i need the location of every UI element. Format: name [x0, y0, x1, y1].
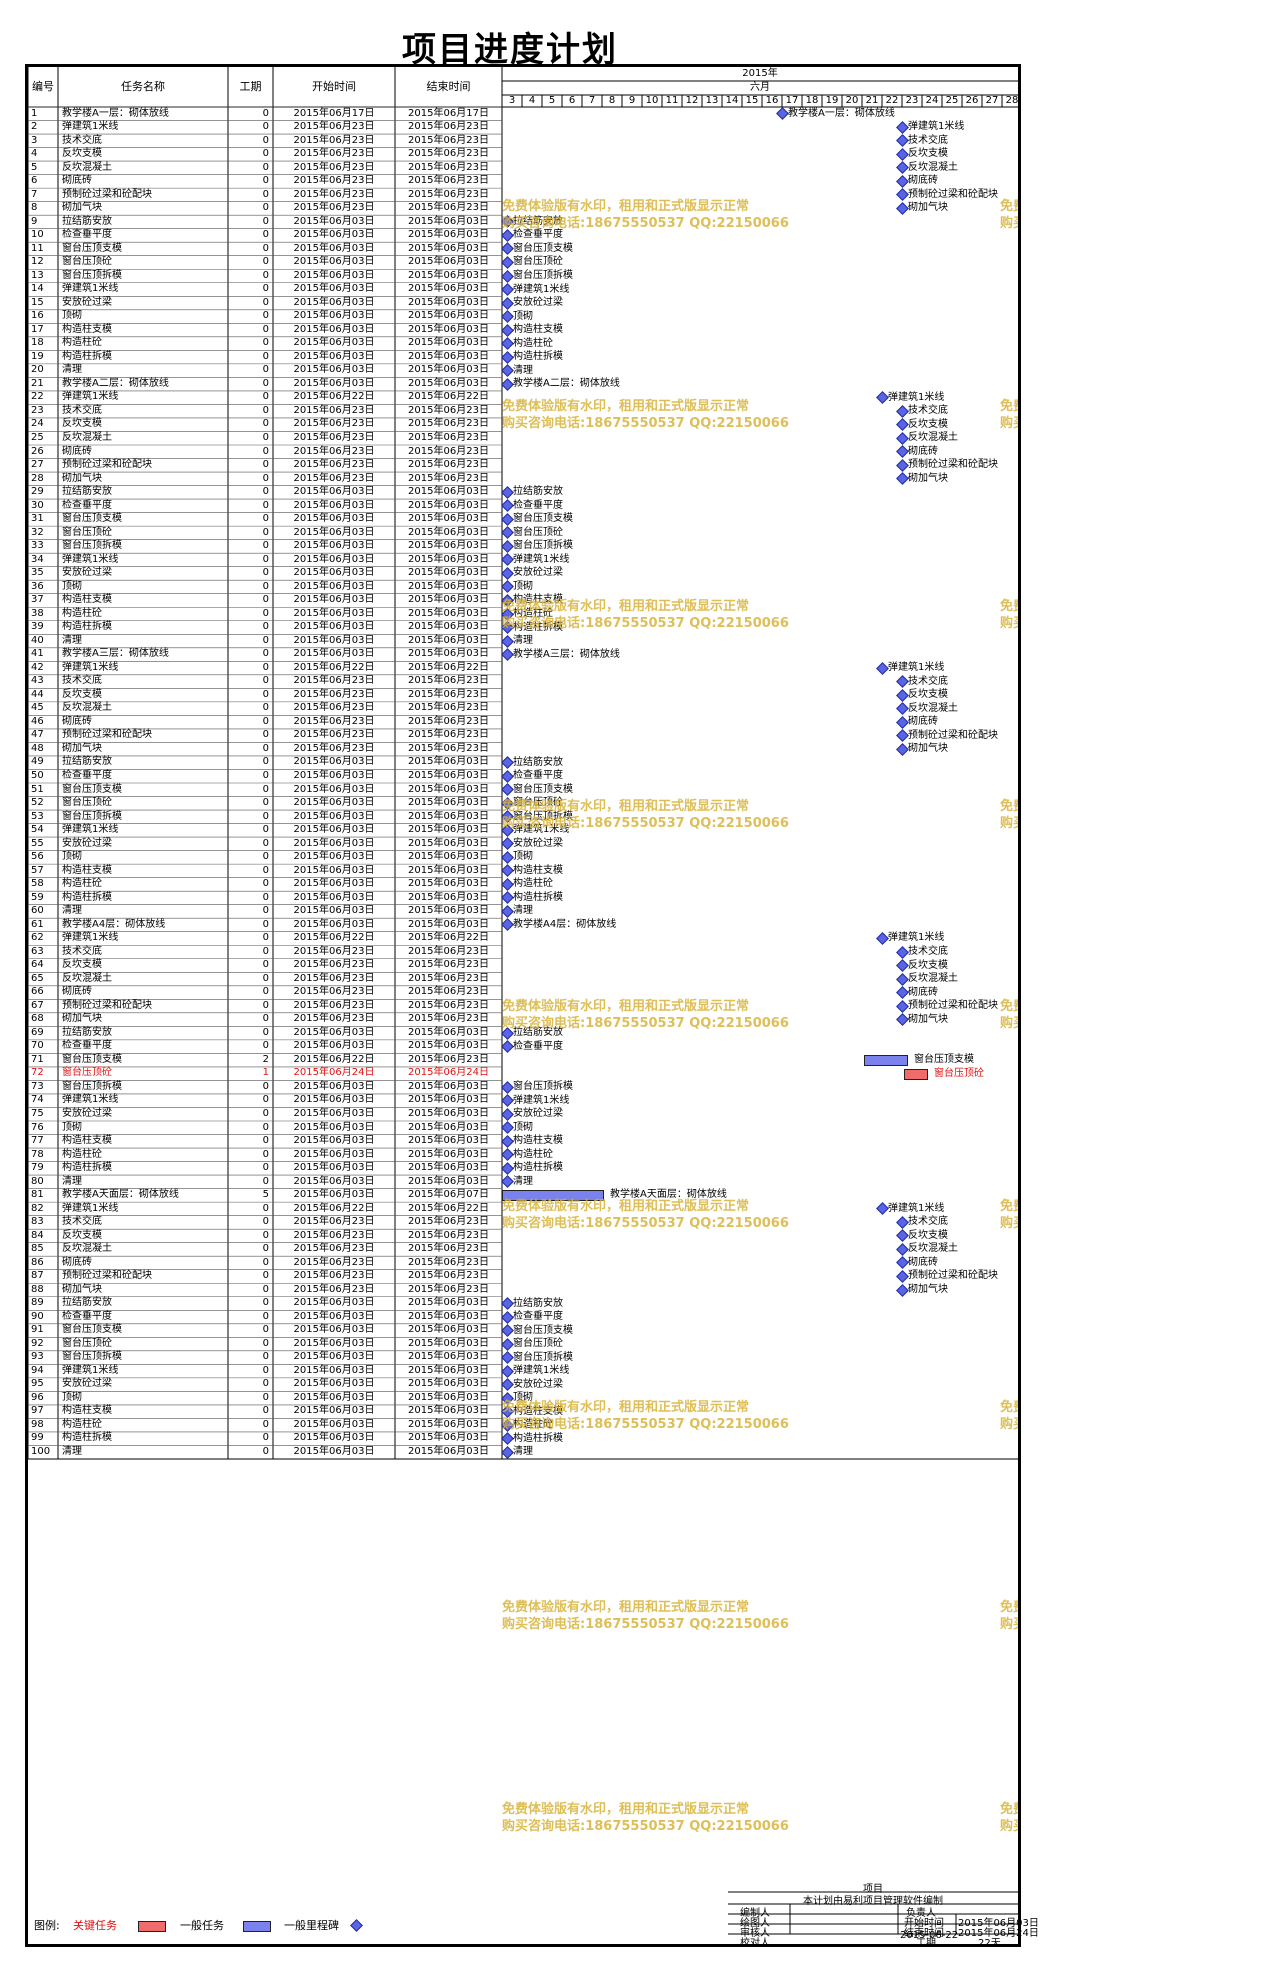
watermark-line2: 购买咨询电话:18675550537 QQ:22150066	[502, 1617, 789, 1632]
watermark-line1: 免费体验版有水印，租用和正式版显示正常	[502, 1600, 750, 1615]
watermark-line2: 购买咨询电话:18675550537 QQ:22150066	[1000, 616, 1018, 631]
watermark-text: 免费体验版有水印，租用和正式版显示正常购买咨询电话:18675550537 QQ…	[1000, 998, 1018, 1032]
watermark-line2: 购买咨询电话:18675550537 QQ:22150066	[502, 416, 789, 431]
watermark-line2: 购买咨询电话:18675550537 QQ:22150066	[1000, 1016, 1018, 1031]
watermark-text: 免费体验版有水印，租用和正式版显示正常购买咨询电话:18675550537 QQ…	[1000, 1399, 1018, 1433]
watermark-line1: 免费体验版有水印，租用和正式版显示正常	[1000, 1400, 1018, 1415]
legend-critical-label: 关键任务	[73, 1919, 117, 1932]
watermark-text: 免费体验版有水印，租用和正式版显示正常购买咨询电话:18675550537 QQ…	[502, 398, 789, 432]
footer-duration-value: 22天	[978, 1938, 1001, 1949]
legend-critical-swatch	[138, 1921, 166, 1932]
watermark-text: 免费体验版有水印，租用和正式版显示正常购买咨询电话:18675550537 QQ…	[1000, 798, 1018, 832]
watermark-text: 免费体验版有水印，租用和正式版显示正常购买咨询电话:18675550537 QQ…	[1000, 1801, 1018, 1835]
watermark-text: 免费体验版有水印，租用和正式版显示正常购买咨询电话:18675550537 QQ…	[502, 598, 789, 632]
watermark-text: 免费体验版有水印，租用和正式版显示正常购买咨询电话:18675550537 QQ…	[502, 198, 789, 232]
watermark-text: 免费体验版有水印，租用和正式版显示正常购买咨询电话:18675550537 QQ…	[502, 1599, 789, 1633]
watermark-line1: 免费体验版有水印，租用和正式版显示正常	[502, 199, 750, 214]
footer-date: 2015-06-22	[900, 1930, 959, 1941]
footer-note: 本计划由易利项目管理软件编制	[803, 1896, 943, 1907]
watermark-line2: 购买咨询电话:18675550537 QQ:22150066	[502, 1016, 789, 1031]
watermark-line2: 购买咨询电话:18675550537 QQ:22150066	[502, 1417, 789, 1432]
watermark-line2: 购买咨询电话:18675550537 QQ:22150066	[1000, 216, 1018, 231]
watermark-line1: 免费体验版有水印，租用和正式版显示正常	[502, 799, 750, 814]
watermark-line2: 购买咨询电话:18675550537 QQ:22150066	[1000, 1819, 1018, 1834]
watermark-layer: 免费体验版有水印，租用和正式版显示正常 购买咨询电话:18675550537 QQ…	[28, 67, 1018, 1944]
watermark-line2: 购买咨询电话:18675550537 QQ:22150066	[1000, 1417, 1018, 1432]
watermark-line1: 免费体验版有水印，租用和正式版显示正常	[502, 1199, 750, 1214]
watermark-line1: 免费体验版有水印，租用和正式版显示正常	[1000, 799, 1018, 814]
watermark-line1: 免费体验版有水印，租用和正式版显示正常	[502, 1802, 750, 1817]
watermark-line1: 免费体验版有水印，租用和正式版显示正常	[1000, 1199, 1018, 1214]
watermark-line1: 免费体验版有水印，租用和正式版显示正常	[1000, 399, 1018, 414]
watermark-text: 免费体验版有水印，租用和正式版显示正常购买咨询电话:18675550537 QQ…	[502, 1198, 789, 1232]
watermark-line1: 免费体验版有水印，租用和正式版显示正常	[502, 1400, 750, 1415]
watermark-line2: 购买咨询电话:18675550537 QQ:22150066	[502, 616, 789, 631]
legend-label: 图例:	[34, 1919, 60, 1932]
footer-info-table: 项目 本计划由易利项目管理软件编制 编制人 负责人 绘图人 开始时间 2015年…	[728, 1880, 1039, 1949]
watermark-line1: 免费体验版有水印，租用和正式版显示正常	[502, 399, 750, 414]
watermark-line2: 购买咨询电话:18675550537 QQ:22150066	[502, 816, 789, 831]
watermark-text: 免费体验版有水印，租用和正式版显示正常购买咨询电话:18675550537 QQ…	[1000, 1599, 1018, 1633]
watermark-text: 免费体验版有水印，租用和正式版显示正常购买咨询电话:18675550537 QQ…	[502, 1801, 789, 1835]
watermark-line2: 购买咨询电话:18675550537 QQ:22150066	[1000, 1216, 1018, 1231]
watermark-text: 免费体验版有水印，租用和正式版显示正常购买咨询电话:18675550537 QQ…	[1000, 198, 1018, 232]
legend-normal-swatch	[243, 1921, 271, 1932]
gantt-frame: 编号 任务名称 工期 开始时间 结束时间 2015年 六月 3 4 5 6 7 8 9 10 1…	[25, 64, 1039, 1949]
watermark-line1: 免费体验版有水印，租用和正式版显示正常	[1000, 1600, 1018, 1615]
legend-normal-label: 一般任务	[180, 1919, 224, 1932]
watermark-text: 免费体验版有水印，租用和正式版显示正常购买咨询电话:18675550537 QQ…	[502, 998, 789, 1032]
watermark-text: 免费体验版有水印，租用和正式版显示正常购买咨询电话:18675550537 QQ…	[1000, 398, 1018, 432]
watermark-line1: 免费体验版有水印，租用和正式版显示正常	[1000, 199, 1018, 214]
watermark-line2: 购买咨询电话:18675550537 QQ:22150066	[502, 216, 789, 231]
legend-milestone-label: 一般里程碑	[284, 1919, 339, 1932]
watermark-line2: 购买咨询电话:18675550537 QQ:22150066	[502, 1819, 789, 1834]
watermark-line1: 免费体验版有水印，租用和正式版显示正常	[502, 999, 750, 1014]
watermark-line1: 免费体验版有水印，租用和正式版显示正常	[1000, 1802, 1018, 1817]
watermark-line1: 免费体验版有水印，租用和正式版显示正常	[1000, 999, 1018, 1014]
watermark-line1: 免费体验版有水印，租用和正式版显示正常	[502, 599, 750, 614]
watermark-line2: 购买咨询电话:18675550537 QQ:22150066	[1000, 416, 1018, 431]
watermark-text: 免费体验版有水印，租用和正式版显示正常购买咨询电话:18675550537 QQ…	[1000, 1198, 1018, 1232]
watermark-text: 免费体验版有水印，租用和正式版显示正常购买咨询电话:18675550537 QQ…	[1000, 598, 1018, 632]
watermark-line2: 购买咨询电话:18675550537 QQ:22150066	[1000, 816, 1018, 831]
watermark-text: 免费体验版有水印，租用和正式版显示正常购买咨询电话:18675550537 QQ…	[502, 798, 789, 832]
watermark-line2: 购买咨询电话:18675550537 QQ:22150066	[1000, 1617, 1018, 1632]
footer-checker-label: 校对人	[740, 1938, 770, 1949]
watermark-text: 免费体验版有水印，租用和正式版显示正常购买咨询电话:18675550537 QQ…	[502, 1399, 789, 1433]
watermark-line2: 购买咨询电话:18675550537 QQ:22150066	[502, 1216, 789, 1231]
watermark-line1: 免费体验版有水印，租用和正式版显示正常	[1000, 599, 1018, 614]
